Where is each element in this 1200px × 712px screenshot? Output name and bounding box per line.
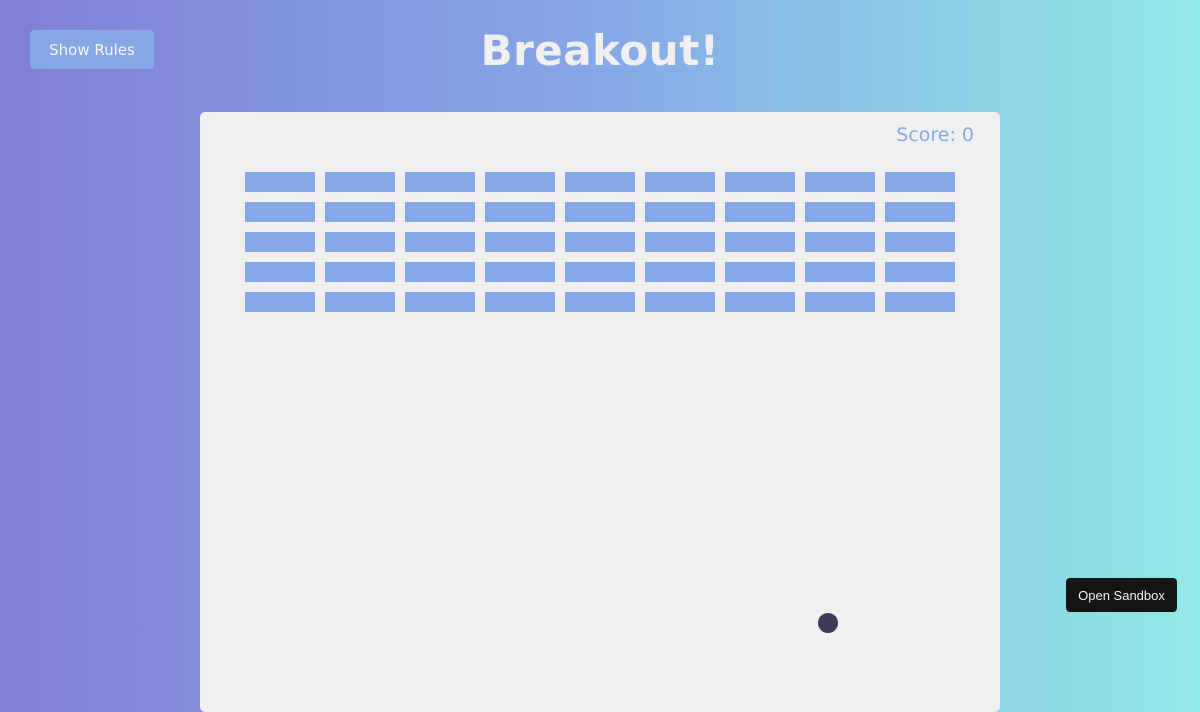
- brick: [725, 172, 795, 192]
- page-title: Breakout!: [480, 26, 720, 75]
- brick: [725, 202, 795, 222]
- score-display: Score: 0: [896, 124, 974, 146]
- brick: [485, 172, 555, 192]
- brick: [325, 292, 395, 312]
- brick: [325, 232, 395, 252]
- brick: [645, 292, 715, 312]
- brick: [565, 232, 635, 252]
- game-canvas[interactable]: Score: 0: [200, 112, 1000, 712]
- brick: [485, 262, 555, 282]
- brick: [245, 172, 315, 192]
- brick: [885, 202, 955, 222]
- ball: [818, 613, 838, 633]
- brick: [805, 262, 875, 282]
- brick: [565, 202, 635, 222]
- brick: [245, 202, 315, 222]
- brick: [405, 202, 475, 222]
- brick: [725, 232, 795, 252]
- brick: [725, 262, 795, 282]
- brick: [485, 202, 555, 222]
- brick: [325, 172, 395, 192]
- brick: [885, 292, 955, 312]
- brick: [245, 292, 315, 312]
- brick: [245, 232, 315, 252]
- brick: [325, 262, 395, 282]
- brick: [885, 172, 955, 192]
- brick: [805, 172, 875, 192]
- brick: [885, 232, 955, 252]
- brick: [245, 262, 315, 282]
- brick: [405, 172, 475, 192]
- brick: [805, 292, 875, 312]
- brick: [565, 172, 635, 192]
- brick: [325, 202, 395, 222]
- brick: [405, 262, 475, 282]
- brick: [405, 292, 475, 312]
- brick: [645, 232, 715, 252]
- brick: [805, 232, 875, 252]
- brick: [485, 232, 555, 252]
- open-sandbox-button[interactable]: Open Sandbox: [1066, 578, 1177, 612]
- brick: [485, 292, 555, 312]
- brick: [885, 262, 955, 282]
- brick: [645, 172, 715, 192]
- brick: [405, 232, 475, 252]
- brick: [805, 202, 875, 222]
- brick: [725, 292, 795, 312]
- brick: [565, 262, 635, 282]
- brick: [645, 262, 715, 282]
- brick: [565, 292, 635, 312]
- brick: [645, 202, 715, 222]
